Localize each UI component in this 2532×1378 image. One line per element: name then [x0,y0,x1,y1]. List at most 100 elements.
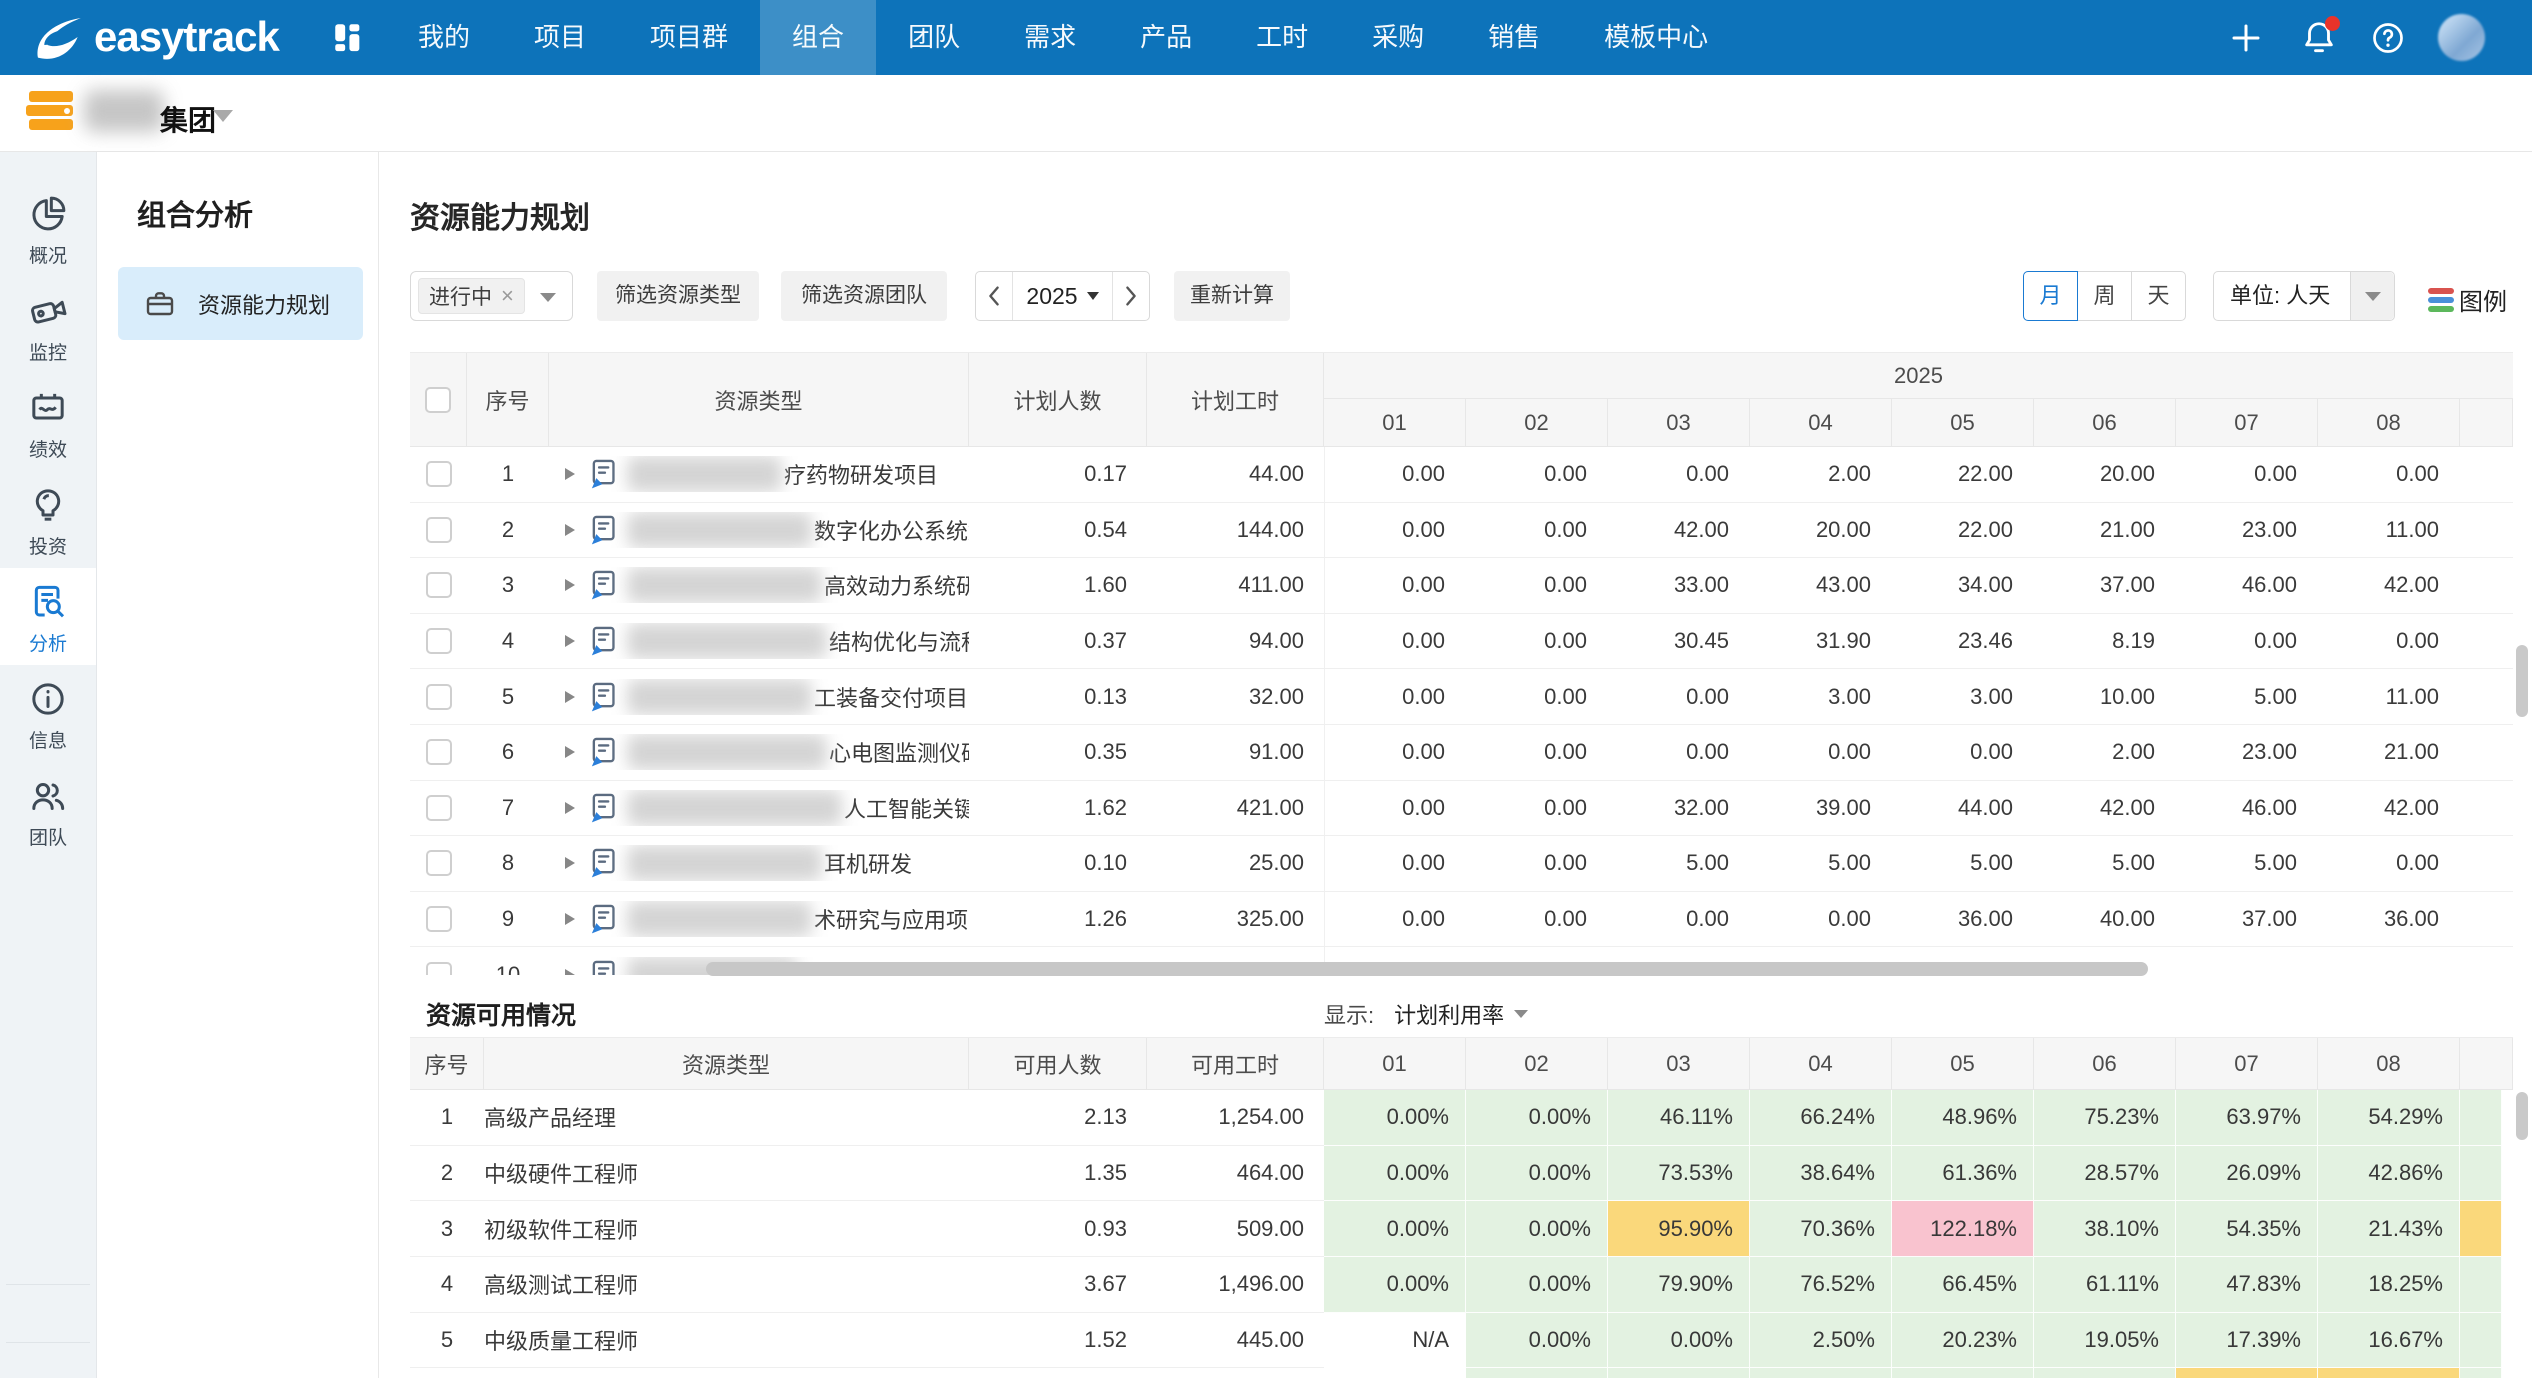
expand-caret-icon[interactable] [565,857,575,869]
row-checkbox[interactable] [426,628,452,654]
display-mode-select[interactable]: 显示: 计划利用率 [1324,998,1528,1030]
expand-caret-icon[interactable] [565,691,575,703]
rail-item-analysis[interactable]: 分析 [0,568,96,665]
legend-button[interactable]: 图例 [2428,282,2507,317]
horizontal-scrollbar[interactable] [410,961,2513,977]
apps-grid-icon[interactable] [331,20,365,54]
nav-item-portfolio[interactable]: 组合 [760,0,876,75]
row-checkbox[interactable] [426,906,452,932]
monthly-value-04: 3.00 [1751,684,1893,710]
rail-item-investment[interactable]: 投资 [0,471,96,568]
rail-item-overview[interactable]: 概况 [0,180,96,277]
prev-year-button[interactable] [976,272,1012,320]
rail-item-info[interactable]: 信息 [0,665,96,762]
nav-item-product[interactable]: 产品 [1108,0,1224,75]
year-select[interactable]: 2025 [1012,272,1113,320]
expand-caret-icon[interactable] [565,579,575,591]
table-row: 5中级质量工程师1.52445.00N/A0.00%0.00%2.50%20.2… [410,1313,2513,1369]
status-filter-select[interactable]: 进行中 × [410,271,573,321]
plan-count: 1.60 [969,572,1147,598]
unit-select[interactable]: 单位: 人天 [2213,271,2395,321]
logo[interactable]: easytrack [28,10,279,64]
utilization-cell-05: 20.23% [1892,1313,2034,1369]
select-all-checkbox[interactable] [425,387,451,413]
monthly-value-04: 31.90 [1751,628,1893,654]
checkbox-cell [410,628,467,654]
toggle-week[interactable]: 周 [2077,271,2132,321]
plan-count: 0.54 [969,517,1147,543]
rail-item-monitor[interactable]: 监控 [0,277,96,374]
redacted-text [627,734,827,770]
add-icon[interactable] [2228,20,2264,56]
row-checkbox[interactable] [426,795,452,821]
panel-item-resource-capacity[interactable]: 资源能力规划 [118,267,363,340]
portfolio-analysis-panel: 组合分析 资源能力规划 [97,152,379,1378]
row-checkbox[interactable] [426,684,452,710]
nav-item-program[interactable]: 项目群 [618,0,760,75]
month-header-04: 04 [1750,399,1892,446]
resource-name-cell: 心电图监测仪研发... [549,734,969,770]
recalculate-button[interactable]: 重新计算 [1174,271,1290,321]
nav-item-timesheet[interactable]: 工时 [1224,0,1340,75]
utilization-cell-07 [2176,1368,2318,1378]
monthly-values: 0.000.000.000.000.002.0023.0021.00 [1324,725,2513,780]
row-checkbox[interactable] [426,517,452,543]
nav-item-my[interactable]: 我的 [386,0,502,75]
monthly-values: 0.000.005.005.005.005.005.000.00 [1324,836,2513,891]
nav-item-sales[interactable]: 销售 [1456,0,1572,75]
rail-item-team[interactable]: 团队 [0,762,96,859]
utilization-cell-08 [2318,1368,2460,1378]
expand-caret-icon[interactable] [565,802,575,814]
vertical-scrollbar-thumb[interactable] [2516,1092,2528,1140]
monthly-value-08: 21.00 [2319,739,2461,765]
table-row: 3 高效动力系统研发1.60411.000.000.0033.0043.0034… [410,558,2513,614]
toggle-month[interactable]: 月 [2023,271,2078,321]
logo-text: easytrack [94,13,279,61]
filter-resource-type-button[interactable]: 筛选资源类型 [597,271,759,321]
main-nav: 我的 项目 项目群 组合 团队 需求 产品 工时 采购 销售 模板中心 [386,0,1740,75]
user-avatar[interactable] [2438,14,2485,61]
org-name[interactable]: 集团 [160,99,216,139]
col-header-seq: 序号 [410,1038,484,1089]
row-checkbox[interactable] [426,739,452,765]
monthly-value-01: 0.00 [1325,517,1467,543]
nav-item-project[interactable]: 项目 [502,0,618,75]
expand-caret-icon[interactable] [565,524,575,536]
next-year-button[interactable] [1113,272,1149,320]
month-header-02: 02 [1466,399,1608,446]
toggle-day[interactable]: 天 [2131,271,2186,321]
filter-resource-team-button[interactable]: 筛选资源团队 [781,271,947,321]
org-dropdown-caret-icon[interactable] [213,110,233,122]
monthly-value-08: 36.00 [2319,906,2461,932]
resource-name: 疗药物研发项目 [784,458,938,490]
utilization-cell-04: 38.64% [1750,1146,1892,1202]
unit-caret-box[interactable] [2350,272,2394,320]
redacted-text [627,567,822,603]
row-checkbox[interactable] [426,461,452,487]
avail-hours: 445.00 [1147,1313,1324,1369]
expand-caret-icon[interactable] [565,746,575,758]
nav-item-procurement[interactable]: 采购 [1340,0,1456,75]
utilization-cell-partial [2460,1090,2502,1146]
monthly-value-05: 22.00 [1893,517,2035,543]
vertical-scrollbar-thumb[interactable] [2516,645,2528,717]
utilization-values: 0.00%0.00%73.53%38.64%61.36%28.57%26.09%… [1324,1146,2513,1202]
row-checkbox[interactable] [426,850,452,876]
status-tag[interactable]: 进行中 × [418,278,525,314]
monthly-value-05: 44.00 [1893,795,2035,821]
nav-item-requirement[interactable]: 需求 [992,0,1108,75]
expand-caret-icon[interactable] [565,635,575,647]
expand-caret-icon[interactable] [565,468,575,480]
easytrack-swoosh-icon [28,10,86,64]
help-icon[interactable] [2370,20,2406,56]
remove-tag-icon[interactable]: × [501,283,514,309]
row-checkbox[interactable] [426,572,452,598]
nav-item-team[interactable]: 团队 [876,0,992,75]
expand-caret-icon[interactable] [565,913,575,925]
month-header-partial [2460,399,2513,446]
nav-item-template-center[interactable]: 模板中心 [1572,0,1740,75]
horizontal-scrollbar-thumb[interactable] [706,962,2148,976]
rail-item-performance[interactable]: 绩效 [0,374,96,471]
utilization-cell-06 [2034,1368,2176,1378]
notifications-bell-icon[interactable] [2300,18,2338,58]
